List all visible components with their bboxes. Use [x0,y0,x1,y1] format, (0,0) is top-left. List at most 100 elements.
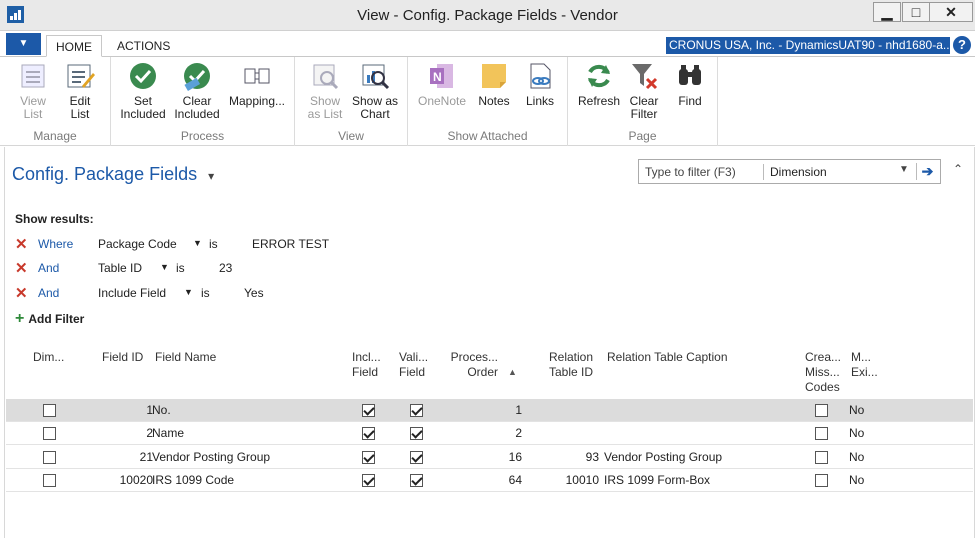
mapping-label: Mapping... [228,94,286,108]
filter-field-select[interactable]: Dimension [770,165,827,179]
relation-table-caption-cell: IRS 1099 Form-Box [604,473,711,487]
validate-field-checkbox[interactable] [410,404,423,417]
field-name-cell: No. [152,403,171,417]
filter-field[interactable]: Table ID [98,261,142,275]
edit-list-icon [67,64,95,88]
filter-conjunction: Where [38,237,74,251]
filter-separator [763,164,764,180]
view-list-button[interactable]: View List [13,61,53,121]
show-results-label: Show results: [15,212,94,226]
arrow-right-icon[interactable]: ➔ [916,163,938,180]
clear-included-label: Clear Included [174,94,220,121]
field-id-cell: 21 [139,450,153,464]
create-missing-codes-checkbox[interactable] [815,451,828,464]
minimize-button[interactable]: ▁ [873,2,901,22]
chevron-down-icon[interactable]: ▼ [899,164,909,175]
filter-row: ✕ And Table ID ▼ is 23 [15,259,415,279]
view-list-icon [21,64,45,88]
filter-box[interactable]: Type to filter (F3) Dimension ▼ ➔ [638,159,941,184]
include-field-checkbox[interactable] [362,427,375,440]
filter-operator: is [201,286,210,300]
include-field-checkbox[interactable] [362,474,375,487]
application-menu-button[interactable]: ▼ [6,33,41,55]
filter-value[interactable]: 23 [219,261,232,275]
clear-included-button[interactable]: Clear Included [172,61,222,121]
table-row[interactable]: 1 No. 1 No [6,399,973,422]
clear-filter-button[interactable]: Clear Filter [624,61,664,121]
column-header-include-field[interactable]: Incl... Field [352,350,387,380]
group-label-view: View [338,129,364,143]
page-title-text: Config. Package Fields [12,164,198,184]
remove-filter-icon[interactable]: ✕ [15,235,28,253]
dimension-checkbox[interactable] [43,474,56,487]
notes-label: Notes [478,94,510,108]
column-header-validate-field[interactable]: Vali... Field [399,350,431,380]
show-as-chart-button[interactable]: Show as Chart [351,61,399,121]
create-missing-codes-checkbox[interactable] [815,404,828,417]
validate-field-checkbox[interactable] [410,474,423,487]
chevron-down-icon[interactable]: ▼ [160,262,169,272]
field-id-cell: 10020 [119,473,153,487]
filter-input[interactable]: Type to filter (F3) [645,165,736,179]
include-field-checkbox[interactable] [362,404,375,417]
remove-filter-icon[interactable]: ✕ [15,259,28,277]
column-header-processing-order[interactable]: Proces... Order [450,350,498,380]
show-as-chart-label: Show as Chart [351,94,399,121]
set-included-button[interactable]: Set Included [119,61,167,121]
onenote-button[interactable]: N OneNote [416,61,468,108]
ribbon-group-page: Refresh Clear Filter Find Page [568,57,718,146]
filter-value[interactable]: ERROR TEST [252,237,329,251]
filter-row: ✕ Where Package Code ▼ is ERROR TEST [15,235,415,255]
filter-value[interactable]: Yes [244,286,264,300]
filter-field[interactable]: Package Code [98,237,177,251]
table-row[interactable]: 10020 IRS 1099 Code 64 10010 IRS 1099 Fo… [6,469,973,492]
company-selector[interactable]: CRONUS USA, Inc. - DynamicsUAT90 - nhd16… [666,37,950,54]
maximize-button[interactable]: □ [902,2,930,22]
dimension-checkbox[interactable] [43,404,56,417]
create-missing-codes-checkbox[interactable] [815,427,828,440]
group-label-show-attached: Show Attached [447,129,528,143]
add-filter-button[interactable]: + Add Filter [15,310,84,328]
create-missing-codes-checkbox[interactable] [815,474,828,487]
svg-text:N: N [433,70,442,84]
mapping-button[interactable]: Mapping... [227,61,287,108]
ribbon-tab-bar: ▼ HOME ACTIONS CRONUS USA, Inc. - Dynami… [0,31,975,57]
edit-list-button[interactable]: Edit List [60,61,100,121]
ribbon-group-process: Set Included Clear Included Mapping... P… [111,57,295,146]
table-row[interactable]: 2 Name 2 No [6,422,973,445]
tab-home[interactable]: HOME [46,35,102,57]
close-button[interactable]: ✕ [929,2,973,22]
page-title[interactable]: Config. Package Fields ▾ [12,164,214,185]
column-header-relation-table-id[interactable]: Relation Table ID [549,350,597,380]
column-header-m-exi[interactable]: M... Exi... [851,350,881,380]
column-header-field-id[interactable]: Field ID [102,350,143,365]
column-header-relation-table-caption[interactable]: Relation Table Caption [607,350,728,365]
find-button[interactable]: Find [670,61,710,108]
dimension-checkbox[interactable] [43,427,56,440]
table-row[interactable]: 21 Vendor Posting Group 16 93 Vendor Pos… [6,446,973,469]
validate-field-checkbox[interactable] [410,451,423,464]
window-title: View - Config. Package Fields - Vendor [357,7,618,24]
help-icon[interactable]: ? [953,36,971,54]
chevron-down-icon[interactable]: ▼ [193,238,202,248]
filter-field[interactable]: Include Field [98,286,166,300]
remove-filter-icon[interactable]: ✕ [15,284,28,302]
column-header-create-missing-codes[interactable]: Crea... Miss... Codes [805,350,843,395]
notes-button[interactable]: Notes [474,61,514,108]
field-name-cell: IRS 1099 Code [152,473,235,487]
chevron-down-icon[interactable]: ▼ [184,287,193,297]
links-label: Links [525,94,554,108]
column-header-field-name[interactable]: Field Name [155,350,216,365]
tab-actions[interactable]: ACTIONS [108,35,179,57]
column-header-dimension[interactable]: Dim... [33,350,64,365]
m-exi-cell: No [849,426,865,440]
chevron-down-icon[interactable]: ▾ [208,169,214,183]
collapse-icon[interactable]: ⌃ [953,162,963,176]
include-field-checkbox[interactable] [362,451,375,464]
validate-field-checkbox[interactable] [410,427,423,440]
refresh-button[interactable]: Refresh [576,61,622,108]
show-as-list-button[interactable]: Show as List [303,61,347,121]
dimension-checkbox[interactable] [43,451,56,464]
links-button[interactable]: Links [520,61,560,108]
filter-conjunction: And [38,261,60,275]
